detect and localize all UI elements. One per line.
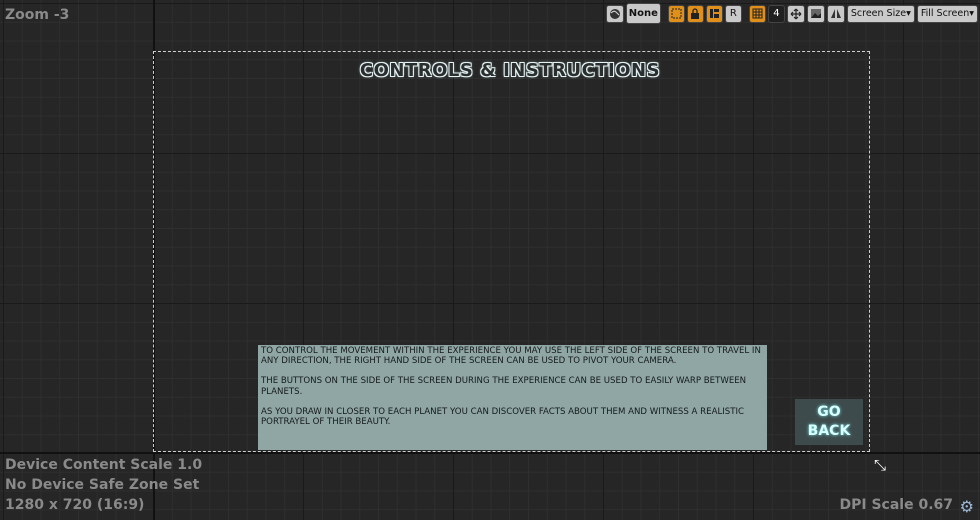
instructions-paragraph: AS YOU DRAW IN CLOSER TO EACH PLANET YOU… bbox=[261, 406, 745, 428]
layout-icon bbox=[709, 9, 719, 18]
resize-icon[interactable]: ⤡ bbox=[874, 456, 886, 474]
chevron-down-icon: ▾ bbox=[906, 8, 911, 19]
lock-icon bbox=[691, 7, 700, 19]
image-icon bbox=[810, 9, 821, 18]
instructions-text-block[interactable]: TO CONTROL THE MOVEMENT WITHIN THE EXPER… bbox=[258, 345, 767, 450]
zoom-level: Zoom -3 bbox=[5, 7, 70, 23]
go-back-label-line1: GO bbox=[817, 404, 841, 420]
screen-size-dropdown[interactable]: Screen Size ▾ bbox=[846, 4, 915, 23]
grid-snap-value[interactable]: 4 bbox=[767, 4, 785, 23]
respect-locks-button[interactable]: R bbox=[724, 4, 742, 23]
safe-zone-status: No Device Safe Zone Set bbox=[5, 477, 200, 493]
gear-icon[interactable]: ⚙ bbox=[960, 497, 974, 516]
move-tool-button[interactable] bbox=[786, 4, 805, 23]
canvas-origin-horizontal-axis bbox=[0, 452, 980, 454]
dpi-scale: DPI Scale 0.67 bbox=[839, 497, 953, 513]
flip-icon bbox=[830, 9, 841, 18]
preview-dropdown[interactable]: None bbox=[625, 3, 661, 24]
grid-snap-toggle-button[interactable] bbox=[748, 4, 766, 23]
instructions-paragraph: TO CONTROL THE MOVEMENT WITHIN THE EXPER… bbox=[261, 346, 761, 367]
flip-button[interactable] bbox=[826, 4, 845, 23]
go-back-button[interactable]: GO BACK bbox=[795, 399, 863, 445]
layout-toggle-button[interactable] bbox=[705, 4, 723, 23]
background-image-button[interactable] bbox=[806, 4, 825, 23]
resolution-readout: 1280 x 720 (16:9) bbox=[5, 497, 145, 513]
move-icon bbox=[790, 8, 802, 19]
outline-icon bbox=[671, 8, 682, 19]
instructions-paragraph: THE BUTTONS ON THE SIDE OF THE SCREEN DU… bbox=[261, 376, 747, 397]
world-space-button[interactable] bbox=[605, 4, 624, 23]
grid-icon bbox=[752, 8, 763, 19]
fill-screen-label: Fill Screen bbox=[920, 8, 970, 19]
viewport-toolbar: None R 4 Screen Size ▾ Fill Screen ▾ bbox=[605, 3, 978, 24]
fill-screen-dropdown[interactable]: Fill Screen ▾ bbox=[916, 4, 978, 23]
lock-toggle-button[interactable] bbox=[686, 4, 704, 23]
go-back-label-line2: BACK bbox=[807, 423, 851, 439]
outline-toggle-button[interactable] bbox=[667, 4, 685, 23]
page-title: CONTROLS & INSTRUCTIONS bbox=[359, 60, 661, 81]
chevron-down-icon: ▾ bbox=[969, 8, 974, 19]
screen-size-label: Screen Size bbox=[850, 8, 907, 19]
device-content-scale: Device Content Scale 1.0 bbox=[5, 457, 203, 473]
globe-icon bbox=[609, 8, 620, 19]
